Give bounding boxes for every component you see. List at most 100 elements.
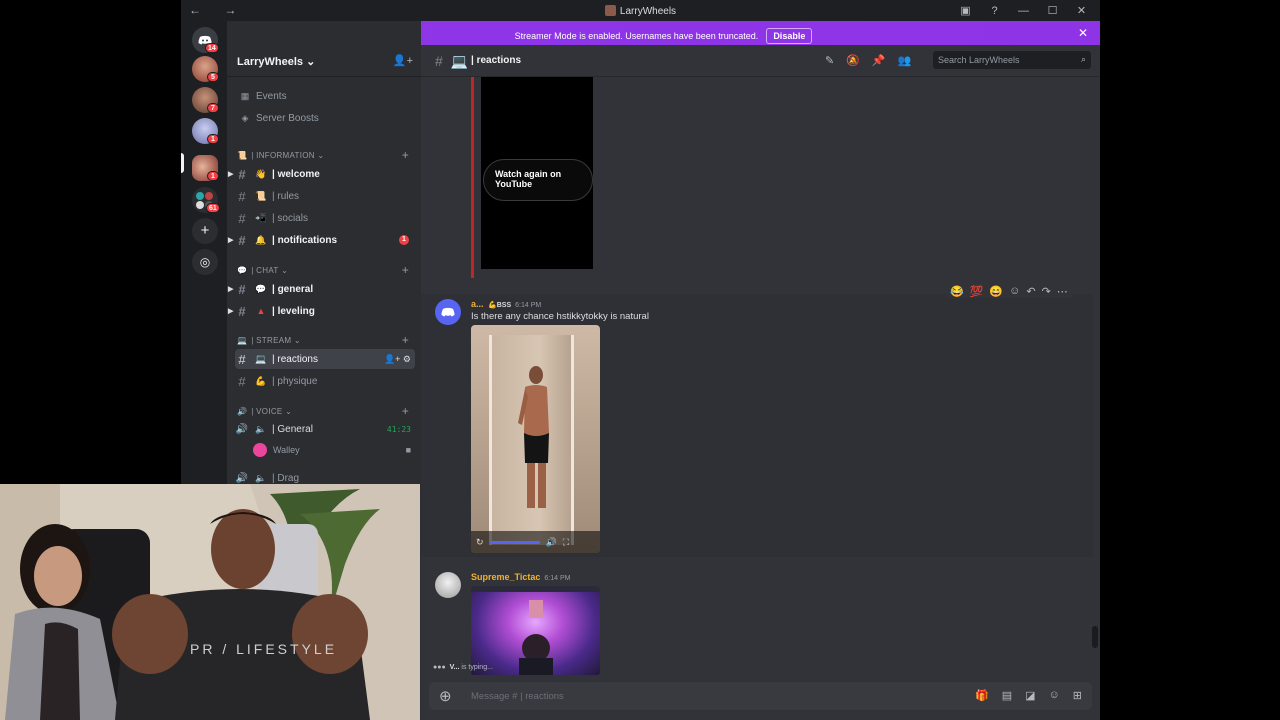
- server-badge: 5: [207, 72, 219, 82]
- bell-emoji-icon: 🔔: [255, 234, 267, 245]
- flexed-biceps-emoji-icon: 💪: [255, 375, 267, 386]
- role-tag: 💪BSS: [488, 302, 512, 309]
- apps-icon[interactable]: ⊞: [1073, 689, 1082, 702]
- add-reaction-icon[interactable]: ☺: [1009, 285, 1020, 298]
- discord-home-button[interactable]: 14: [192, 27, 219, 53]
- threads-icon[interactable]: ✎: [825, 54, 834, 67]
- server-icon-1[interactable]: 5: [192, 56, 219, 82]
- category-voice[interactable]: 🔊 | VOICE ⌄ +: [237, 404, 417, 418]
- emoji-picker-icon[interactable]: ☺: [1049, 689, 1060, 702]
- inbox-icon[interactable]: ▣: [951, 2, 980, 19]
- avatar[interactable]: [435, 572, 461, 598]
- reaction-100-icon[interactable]: 💯: [970, 285, 984, 298]
- channel-notifications[interactable]: ▶ # 🔔 | notifications 1: [228, 230, 415, 250]
- avatar[interactable]: [435, 299, 461, 325]
- watch-again-on-youtube-button[interactable]: Watch again on YouTube: [483, 159, 593, 201]
- reaction-grin-icon[interactable]: 😄: [989, 285, 1003, 298]
- server-icon-2[interactable]: 7: [192, 87, 219, 113]
- create-channel-icon[interactable]: +: [402, 148, 409, 162]
- video-progress-bar[interactable]: [489, 540, 540, 544]
- message-item: a... 💪BSS 6:14 PM Is there any chance hst…: [421, 285, 1093, 557]
- hash-icon: #: [238, 188, 246, 204]
- reaction-laugh-icon[interactable]: 😂: [950, 285, 964, 298]
- message-input-placeholder: Message # | reactions: [471, 691, 564, 702]
- unread-arrow-icon: ▶: [228, 171, 234, 178]
- channel-leveling[interactable]: ▶ # ▲ | leveling: [228, 301, 415, 321]
- title-bar: ← → LarryWheels ▣ ? — ☐ ✕: [181, 0, 1100, 21]
- sticker-icon[interactable]: ◪: [1025, 689, 1035, 702]
- channel-general[interactable]: ▶ # 💬 | general: [228, 279, 415, 299]
- server-icon-3[interactable]: 1: [192, 118, 219, 144]
- invite-people-icon[interactable]: 👤+: [393, 54, 413, 67]
- channel-rules[interactable]: # 📜 | rules: [235, 186, 415, 206]
- create-channel-icon[interactable]: +: [402, 263, 409, 277]
- reply-icon[interactable]: ↶: [1026, 285, 1035, 298]
- search-input[interactable]: Search LarryWheels ⌕: [933, 51, 1091, 69]
- maximize-button[interactable]: ☐: [1038, 2, 1067, 19]
- create-channel-icon[interactable]: +: [402, 404, 409, 418]
- explore-compass-icon[interactable]: ◎: [192, 249, 218, 275]
- hash-icon: #: [238, 373, 246, 389]
- voice-channel-general[interactable]: 🔊 🔈 | General 41:23: [235, 419, 415, 439]
- unread-arrow-icon: ▶: [228, 237, 234, 244]
- create-channel-icon[interactable]: +: [402, 333, 409, 347]
- server-folder[interactable]: 61: [192, 187, 220, 213]
- channel-label: | leveling: [272, 305, 315, 317]
- message-author[interactable]: a... 💪BSS 6:14 PM: [471, 299, 541, 309]
- wave-emoji-icon: 👋: [255, 168, 267, 179]
- channel-socials[interactable]: # 📲 | socials: [235, 208, 415, 228]
- add-server-icon[interactable]: +: [192, 218, 218, 244]
- message-author[interactable]: Supreme_Tictac 6:14 PM: [471, 572, 570, 582]
- volume-icon[interactable]: 🔊: [546, 537, 557, 548]
- avatar: [253, 443, 267, 457]
- close-icon[interactable]: ✕: [1078, 26, 1088, 40]
- search-icon: ⌕: [1080, 54, 1086, 64]
- category-stream[interactable]: 💻 | STREAM ⌄ +: [237, 333, 417, 347]
- message-actions-bar: 😂 💯 😄 ☺ ↶ ↷ ⋯: [946, 285, 1072, 298]
- message-scrollbar[interactable]: [1092, 626, 1098, 648]
- forward-icon[interactable]: ↷: [1042, 285, 1051, 298]
- author-name: a...: [471, 299, 484, 309]
- category-information[interactable]: 📜 | INFORMATION ⌄ +: [237, 148, 417, 162]
- message-composer[interactable]: ⊕ Message # | reactions 🎁 ▤ ◪ ☺ ⊞: [429, 682, 1092, 710]
- category-label: | CHAT: [251, 265, 279, 275]
- invite-and-settings-icons[interactable]: 👤+ ⚙: [384, 354, 411, 365]
- discord-logo-icon: [441, 307, 455, 317]
- member-list-icon[interactable]: 👥: [898, 54, 912, 67]
- voice-user-walley[interactable]: Walley ■: [253, 440, 415, 460]
- channel-label: | welcome: [272, 168, 320, 180]
- header-toolbar: ✎ 🔕 📌 👥: [825, 54, 911, 67]
- disable-streamer-mode-button[interactable]: Disable: [766, 28, 813, 44]
- pinned-messages-icon[interactable]: 📌: [872, 54, 886, 67]
- minimize-button[interactable]: —: [1009, 2, 1038, 19]
- fullscreen-icon[interactable]: ⛶: [563, 537, 569, 548]
- image-attachment[interactable]: [471, 586, 600, 675]
- server-header[interactable]: LarryWheels ⌄ 👤+: [227, 45, 421, 77]
- replay-icon[interactable]: ↻: [476, 537, 484, 548]
- sidebar-item-label: Server Boosts: [256, 112, 319, 124]
- close-window-button[interactable]: ✕: [1067, 2, 1096, 19]
- embed-accent-bar: [471, 77, 474, 278]
- gif-icon[interactable]: ▤: [1002, 689, 1012, 702]
- notification-settings-icon[interactable]: 🔕: [846, 54, 860, 67]
- category-chat[interactable]: 💬 | CHAT ⌄ +: [237, 263, 417, 277]
- channel-physique[interactable]: # 💪 | physique: [235, 371, 415, 391]
- server-icon-larrywheels[interactable]: 1: [192, 155, 219, 181]
- help-icon[interactable]: ?: [980, 2, 1009, 19]
- message-item: Supreme_Tictac 6:14 PM: [421, 567, 1093, 675]
- channel-welcome[interactable]: ▶ # 👋 | welcome: [228, 164, 415, 184]
- gift-icon[interactable]: 🎁: [975, 689, 989, 702]
- speech-emoji-icon: 💬: [237, 265, 248, 275]
- channel-label: | physique: [272, 375, 318, 387]
- upload-plus-icon[interactable]: ⊕: [439, 687, 452, 705]
- video-attachment[interactable]: ↻ 🔊 ⛶: [471, 325, 600, 553]
- message-timestamp: 6:14 PM: [515, 302, 542, 309]
- more-options-icon[interactable]: ⋯: [1057, 285, 1068, 298]
- channel-reactions[interactable]: # 💻 | reactions 👤+ ⚙: [235, 349, 415, 369]
- sidebar-item-events[interactable]: ▦ Events: [235, 86, 415, 106]
- sidebar-item-server-boosts[interactable]: ◈ Server Boosts: [235, 108, 415, 128]
- sidebar-item-label: Events: [256, 90, 287, 102]
- message-text: Is there any chance hstikkytokky is natu…: [471, 311, 649, 322]
- window-controls: ▣ ? — ☐ ✕: [951, 2, 1096, 19]
- channel-label: | socials: [272, 212, 308, 224]
